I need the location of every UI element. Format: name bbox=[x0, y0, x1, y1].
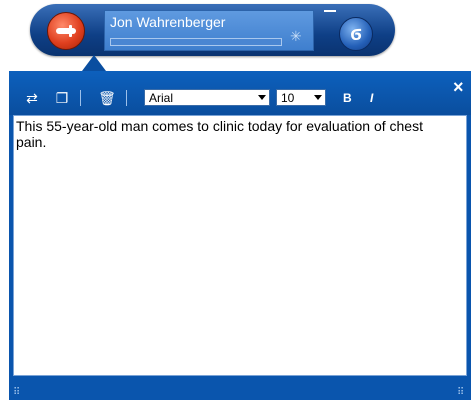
dictation-toolbar: ⇄ ❐ 🗑 Arial 10 B I × bbox=[9, 71, 471, 115]
transfer-icon[interactable]: ⇄ bbox=[23, 90, 41, 106]
bold-button[interactable]: B bbox=[343, 91, 352, 105]
italic-button[interactable]: I bbox=[370, 91, 373, 105]
audio-level-meter bbox=[110, 38, 282, 46]
microphone-button[interactable] bbox=[47, 12, 85, 50]
font-size-select[interactable]: 10 bbox=[276, 89, 326, 106]
toolbar-separator bbox=[126, 90, 127, 106]
font-select-value: Arial bbox=[149, 91, 174, 105]
dictation-text-area[interactable]: This 55-year-old man comes to clinic tod… bbox=[13, 115, 467, 376]
microphone-icon bbox=[56, 25, 76, 37]
trash-icon[interactable]: 🗑 bbox=[98, 90, 116, 106]
resize-grip-icon[interactable]: ⠿ bbox=[13, 387, 20, 398]
dictation-box: ⇄ ❐ 🗑 Arial 10 B I × This 55-year-old ma… bbox=[9, 71, 471, 400]
callout-pointer bbox=[82, 55, 106, 71]
minimize-button[interactable] bbox=[324, 10, 336, 12]
copy-icon[interactable]: ❐ bbox=[53, 90, 71, 106]
resize-grip-icon[interactable]: ⠿ bbox=[457, 387, 464, 398]
dragon-icon: ϭ bbox=[350, 23, 362, 45]
user-panel[interactable]: Jon Wahrenberger ✳ bbox=[104, 10, 314, 51]
chevron-down-icon bbox=[258, 95, 266, 100]
dictation-text: This 55-year-old man comes to clinic tod… bbox=[16, 118, 423, 150]
dragon-menu-button[interactable]: ϭ bbox=[339, 17, 373, 51]
chevron-down-icon bbox=[314, 95, 322, 100]
user-name: Jon Wahrenberger bbox=[110, 14, 226, 30]
dragon-bar: Jon Wahrenberger ✳ ϭ bbox=[30, 4, 395, 56]
close-icon[interactable]: × bbox=[453, 77, 464, 98]
toolbar-separator bbox=[80, 90, 81, 106]
spinner-icon: ✳ bbox=[290, 28, 302, 44]
font-size-value: 10 bbox=[281, 91, 295, 105]
font-select[interactable]: Arial bbox=[144, 89, 270, 106]
